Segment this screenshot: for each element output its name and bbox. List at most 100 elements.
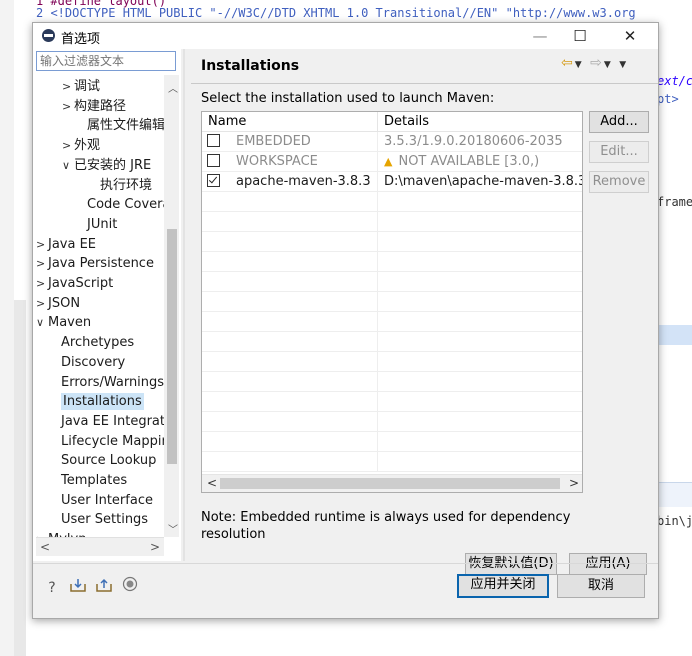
tree-item[interactable]: Archetypes [49,333,134,353]
installation-checkbox[interactable] [207,174,220,187]
add-button[interactable]: Add... [589,111,649,133]
import-icon[interactable] [69,578,87,596]
scroll-right-icon[interactable]: > [569,476,579,490]
name-cell [202,312,378,332]
tree-item[interactable]: > Java EE [36,235,96,255]
tree-item[interactable]: Java EE Integration [49,412,179,432]
apply-and-close-button[interactable]: 应用并关闭 [457,574,549,598]
collapsed-arrow-icon[interactable]: > [62,97,74,117]
restore-defaults-button[interactable]: 恢复默认值(D) [465,553,557,575]
table-row[interactable] [202,212,582,232]
scroll-up-icon[interactable]: ︿ [168,80,178,95]
column-header-name[interactable]: Name [202,112,378,132]
page-navigation[interactable]: ⇦▼ ⇨▼ ▼ [561,55,628,71]
collapsed-arrow-icon[interactable]: > [36,254,48,274]
scroll-right-icon[interactable]: > [150,540,160,554]
table-row[interactable] [202,432,582,452]
tree-item[interactable]: > 调试 [62,77,100,97]
table-row[interactable] [202,192,582,212]
name-cell: EMBEDDED [202,132,378,152]
tree-item[interactable]: Errors/Warnings [49,373,164,393]
scroll-left-icon[interactable]: < [40,540,50,554]
expanded-arrow-icon[interactable]: ∨ [36,313,48,333]
column-header-details[interactable]: Details [378,112,582,132]
tree-horizontal-scrollbar[interactable]: < > [36,537,164,556]
filter-input[interactable] [36,51,176,71]
tree-scrollbar-thumb[interactable] [167,229,177,464]
tree-item[interactable]: > 外观 [62,136,100,156]
tree-item[interactable]: ∨ Maven [36,313,91,333]
tree-item[interactable]: Discovery [49,353,125,373]
code-fragment: pt> [657,92,679,106]
remove-button[interactable]: Remove [589,171,649,193]
table-scrollbar-thumb[interactable] [220,478,560,489]
tree-item[interactable]: User Settings [49,510,148,530]
maximize-button[interactable]: ☐ [563,25,597,47]
installation-checkbox[interactable] [207,154,220,167]
installations-table[interactable]: Name Details EMBEDDED 3.5.3/1.9.0.2018060… [201,111,583,493]
collapsed-arrow-icon[interactable]: > [36,274,48,294]
tree-item-label: Lifecycle Mappings [61,433,179,449]
forward-arrow-icon[interactable]: ⇨ [590,55,604,71]
tree-item-label: User Settings [61,512,149,528]
table-row[interactable] [202,412,582,432]
edit-button[interactable]: Edit... [589,141,649,163]
back-arrow-icon[interactable]: ⇦ [561,55,575,71]
tree-item[interactable]: Templates [49,471,127,491]
table-row[interactable] [202,452,582,472]
collapsed-arrow-icon[interactable]: > [36,235,48,255]
table-row[interactable] [202,252,582,272]
table-row[interactable]: apache-maven-3.8.3 D:\maven\apache-maven-… [202,172,582,192]
table-row[interactable] [202,372,582,392]
tree-item[interactable]: Lifecycle Mappings [49,432,179,452]
collapsed-arrow-icon[interactable]: > [62,77,74,97]
apply-button[interactable]: 应用(A) [569,553,647,575]
tree-item[interactable]: ∨ 已安装的 JRE [62,156,151,176]
tree-item[interactable]: >Mylyn [36,530,86,537]
tree-item[interactable]: Installations [49,392,144,412]
tree-item[interactable]: > 构建路径 [62,97,126,117]
collapsed-arrow-icon[interactable]: > [36,530,48,537]
table-row[interactable]: WORKSPACE ▲ NOT AVAILABLE [3.0,) [202,152,582,172]
details-cell: 3.5.3/1.9.0.20180606-2035 [378,132,582,152]
tree-item[interactable]: 执行环境 [88,176,152,196]
close-button[interactable]: ✕ [613,25,647,47]
tree-item[interactable]: Source Lookup [49,451,156,471]
table-row[interactable] [202,292,582,312]
installation-checkbox[interactable] [207,134,220,147]
code-fragment: bin\ja [657,514,692,528]
instruction-label: Select the installation used to launch M… [201,91,495,106]
cancel-button[interactable]: 取消 [557,574,645,598]
tree-item[interactable]: User Interface [49,491,153,511]
table-row[interactable]: EMBEDDED 3.5.3/1.9.0.20180606-2035 [202,132,582,152]
table-row[interactable] [202,272,582,292]
tree-item[interactable]: > Java Persistence [36,254,154,274]
tree-item[interactable]: > JSON [36,294,80,314]
table-row[interactable] [202,392,582,412]
minimize-button[interactable]: — [523,25,557,47]
tree-item[interactable]: 属性文件编辑器 [75,116,178,136]
forward-menu-icon[interactable]: ▼ [604,60,613,70]
table-row[interactable] [202,232,582,252]
view-menu-icon[interactable]: ▼ [619,60,628,70]
tree-item[interactable]: JUnit [75,215,117,235]
table-row[interactable] [202,312,582,332]
tree-item-label: Java EE [48,236,97,252]
tree-item[interactable]: > JavaScript [36,274,113,294]
back-menu-icon[interactable]: ▼ [575,60,584,70]
tree-item-label: 已安装的 JRE [74,157,152,173]
expanded-arrow-icon[interactable]: ∨ [62,156,74,176]
table-horizontal-scrollbar[interactable]: < > [202,474,582,492]
name-cell [202,232,378,252]
tree-item-label: Templates [61,473,128,488]
export-icon[interactable] [95,578,113,596]
pane-divider[interactable] [183,49,185,561]
scroll-left-icon[interactable]: < [207,476,217,490]
table-row[interactable] [202,332,582,352]
record-icon[interactable] [121,576,139,594]
table-row[interactable] [202,352,582,372]
collapsed-arrow-icon[interactable]: > [62,136,74,156]
scroll-down-icon[interactable]: ﹀ [168,521,178,536]
help-icon[interactable]: ? [43,579,61,597]
collapsed-arrow-icon[interactable]: > [36,294,48,314]
